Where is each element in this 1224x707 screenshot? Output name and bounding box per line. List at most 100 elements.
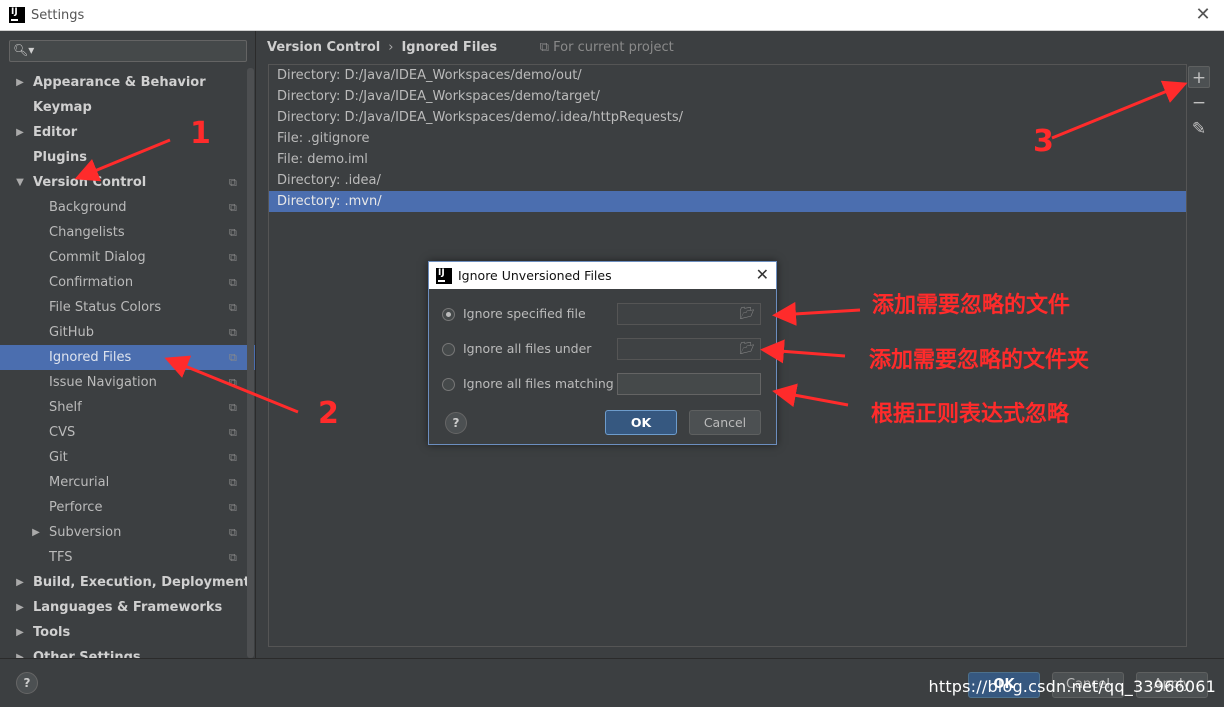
dialog-cancel-button[interactable]: Cancel [689, 410, 761, 435]
project-level-copy-icon: ⧉ [229, 201, 237, 214]
sidebar-item-plugins[interactable]: Plugins [0, 145, 255, 170]
settings-tree: ▶ Appearance & Behavior Keymap ▶ Editor Plugi… [0, 70, 255, 658]
option-label: Ignore specified file [463, 306, 586, 321]
folder-icon[interactable]: 📂︎ [740, 306, 755, 320]
sidebar-item-appearance-behavior[interactable]: ▶ Appearance & Behavior [0, 70, 255, 95]
files-matching-field[interactable] [617, 373, 761, 395]
sidebar-item-other-settings[interactable]: ▶ Other Settings [0, 645, 255, 658]
annotation-number-1: 1 [190, 116, 211, 151]
sidebar-item-label: Appearance & Behavior [33, 75, 206, 90]
project-level-copy-icon: ⧉ [229, 176, 237, 189]
sidebar-item-label: Issue Navigation [49, 375, 157, 390]
sidebar-item-label: Background [49, 200, 127, 215]
project-level-copy-icon: ⧉ [229, 326, 237, 339]
sidebar-item-issue-navigation[interactable]: Issue Navigation ⧉ [0, 370, 255, 395]
ignored-file-row[interactable]: Directory: .idea/ [269, 170, 1186, 191]
sidebar-item-languages-frameworks[interactable]: ▶ Languages & Frameworks [0, 595, 255, 620]
sidebar-item-label: Editor [33, 125, 78, 140]
remove-button[interactable]: − [1188, 92, 1210, 114]
sidebar-item-label: CVS [49, 425, 76, 440]
project-level-copy-icon: ⧉ [229, 451, 237, 464]
sidebar-item-tfs[interactable]: TFS ⧉ [0, 545, 255, 570]
add-button[interactable]: + [1188, 66, 1210, 88]
sidebar-item-label: Tools [33, 625, 71, 640]
window-close-icon[interactable]: ✕ [1192, 4, 1214, 25]
sidebar-item-background[interactable]: Background ⧉ [0, 195, 255, 220]
ignore-unversioned-dialog: IJ Ignore Unversioned Files ✕ Ignore spe… [428, 261, 777, 445]
breadcrumb-parent[interactable]: Version Control [267, 40, 380, 55]
sidebar-item-label: Perforce [49, 500, 103, 515]
sidebar-item-file-status-colors[interactable]: File Status Colors ⧉ [0, 295, 255, 320]
project-level-copy-icon: ⧉ [229, 526, 237, 539]
sidebar-item-editor[interactable]: ▶ Editor [0, 120, 255, 145]
ignored-file-row[interactable]: Directory: D:/Java/IDEA_Workspaces/demo/… [269, 86, 1186, 107]
dialog-close-icon[interactable]: ✕ [756, 265, 769, 284]
breadcrumb-current: Ignored Files [401, 40, 498, 55]
specified-file-field[interactable]: 📂︎ [617, 303, 761, 325]
sidebar-item-keymap[interactable]: Keymap [0, 95, 255, 120]
chevron-right-icon[interactable]: ▶ [14, 645, 26, 658]
annotation-number-2: 2 [318, 396, 339, 431]
sidebar-item-perforce[interactable]: Perforce ⧉ [0, 495, 255, 520]
chevron-right-icon[interactable]: ▶ [30, 520, 42, 545]
sidebar-item-commit-dialog[interactable]: Commit Dialog ⧉ [0, 245, 255, 270]
chevron-right-icon[interactable]: ▶ [14, 120, 26, 145]
annotation-note-file: 添加需要忽略的文件 [872, 293, 1071, 318]
project-level-copy-icon: ⧉ [229, 501, 237, 514]
project-scope-note: ⧉ For current project [539, 40, 674, 55]
window-title: Settings [31, 7, 85, 23]
ignored-file-row[interactable]: Directory: .mvn/ [269, 191, 1186, 212]
sidebar-item-label: Languages & Frameworks [33, 600, 223, 615]
project-level-copy-icon: ⧉ [229, 276, 237, 289]
project-level-copy-icon: ⧉ [229, 426, 237, 439]
search-icon: 🔍︎▾ [13, 43, 35, 57]
sidebar-item-label: Changelists [49, 225, 125, 240]
option-label: Ignore all files matching [463, 376, 614, 391]
sidebar-item-changelists[interactable]: Changelists ⧉ [0, 220, 255, 245]
ignored-file-row[interactable]: Directory: D:/Java/IDEA_Workspaces/demo/… [269, 65, 1186, 86]
chevron-right-icon[interactable]: ▶ [14, 70, 26, 95]
folder-icon[interactable]: 📂︎ [740, 341, 755, 355]
radio-files-under[interactable] [442, 342, 455, 356]
sidebar-item-label: Confirmation [49, 275, 134, 290]
option-files-matching[interactable]: Ignore all files matching [442, 373, 614, 395]
option-specified-file[interactable]: Ignore specified file [442, 303, 586, 325]
help-button[interactable]: ? [16, 672, 38, 694]
breadcrumb: Version Control › Ignored Files ⧉ For curr… [267, 39, 674, 57]
sidebar-item-cvs[interactable]: CVS ⧉ [0, 420, 255, 445]
sidebar-item-git[interactable]: Git ⧉ [0, 445, 255, 470]
sidebar-item-github[interactable]: GitHub ⧉ [0, 320, 255, 345]
radio-files-matching[interactable] [442, 377, 455, 391]
dialog-help-button[interactable]: ? [445, 412, 467, 434]
settings-search-input[interactable]: 🔍︎▾ [9, 40, 247, 62]
radio-specified-file[interactable] [442, 307, 455, 321]
sidebar-item-tools[interactable]: ▶ Tools [0, 620, 255, 645]
sidebar-item-subversion[interactable]: ▶ Subversion ⧉ [0, 520, 255, 545]
edit-pencil-icon[interactable]: ✎ [1188, 118, 1210, 140]
sidebar-item-version-control[interactable]: ▼ Version Control ⧉ [0, 170, 255, 195]
sidebar-item-confirmation[interactable]: Confirmation ⧉ [0, 270, 255, 295]
intellij-logo-icon: IJ [436, 267, 452, 284]
sidebar-item-label: Ignored Files [49, 350, 132, 365]
chevron-right-icon[interactable]: ▶ [14, 620, 26, 645]
option-files-under[interactable]: Ignore all files under [442, 338, 591, 360]
chevron-right-icon[interactable]: ▶ [14, 595, 26, 620]
sidebar-item-mercurial[interactable]: Mercurial ⧉ [0, 470, 255, 495]
annotation-number-3: 3 [1033, 124, 1054, 159]
chevron-down-icon[interactable]: ▼ [14, 170, 26, 195]
files-under-field[interactable]: 📂︎ [617, 338, 761, 360]
chevron-right-icon[interactable]: ▶ [14, 570, 26, 595]
sidebar-item-label: Mercurial [49, 475, 110, 490]
dialog-ok-button[interactable]: OK [605, 410, 677, 435]
sidebar-item-shelf[interactable]: Shelf ⧉ [0, 395, 255, 420]
option-label: Ignore all files under [463, 341, 592, 356]
breadcrumb-separator: › [388, 40, 394, 55]
sidebar-item-ignored-files[interactable]: Ignored Files ⧉ [0, 345, 255, 370]
sidebar-scrollbar[interactable] [247, 68, 254, 658]
sidebar-item-label: Subversion [49, 525, 122, 540]
sidebar-item-build-execution-deployment[interactable]: ▶ Build, Execution, Deployment [0, 570, 255, 595]
sidebar-item-label: Shelf [49, 400, 82, 415]
project-level-copy-icon: ⧉ [229, 251, 237, 264]
settings-sidebar: 🔍︎▾ ▶ Appearance & Behavior Keymap ▶ Editor P… [0, 31, 256, 658]
settings-bottom-bar: ? OK Cancel Apply https://blog.csdn.net/… [0, 658, 1224, 707]
